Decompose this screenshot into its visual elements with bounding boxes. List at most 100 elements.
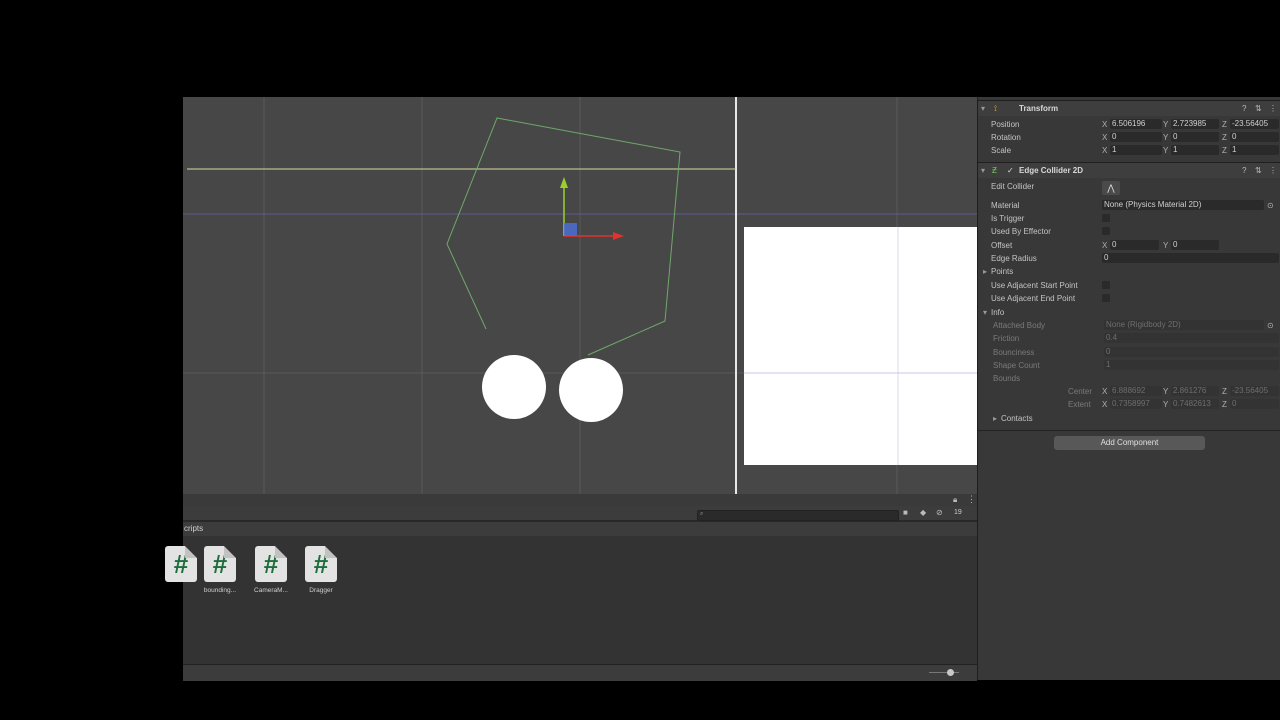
shape-count-label: Shape Count	[993, 361, 1040, 370]
filter-type-icon[interactable]: ■	[903, 508, 908, 517]
scale-y-field[interactable]: 1	[1171, 145, 1219, 155]
lock-icon[interactable]: 🔒︎	[953, 495, 957, 505]
rotation-row: Rotation X 0 Y 0 Z 0	[978, 131, 1280, 144]
edit-collider-row: Edit Collider ⋀	[978, 180, 1280, 197]
scale-label: Scale	[991, 146, 1012, 155]
axis-z-label: Z	[1222, 120, 1227, 129]
offset-x-field[interactable]: 0	[1110, 240, 1159, 250]
use-adjacent-start-checkbox[interactable]	[1102, 281, 1110, 289]
is-trigger-label: Is Trigger	[991, 214, 1025, 223]
extent-z-field: 0	[1230, 399, 1279, 409]
asset-item[interactable]: #	[161, 546, 201, 587]
contacts-row[interactable]: ▸ Contacts	[978, 412, 1280, 425]
asset-item[interactable]: # bounding...	[200, 546, 240, 594]
divider	[978, 430, 1280, 431]
scale-x-field[interactable]: 1	[1110, 145, 1162, 155]
points-label: Points	[991, 267, 1014, 276]
object-picker-icon: ⊙	[1267, 321, 1274, 330]
context-menu-icon[interactable]: ⋮	[1269, 104, 1277, 113]
breadcrumb-folder[interactable]: cripts	[184, 524, 203, 533]
rotation-y-field[interactable]: 0	[1171, 132, 1219, 142]
center-y-field: 2.861276	[1171, 386, 1219, 396]
axis-z-label: Z	[1222, 146, 1227, 155]
script-file-icon: #	[305, 546, 337, 582]
center-x-field: 6.888692	[1110, 386, 1162, 396]
script-file-icon: #	[165, 546, 197, 582]
scale-row: Scale X 1 Y 1 Z 1	[978, 144, 1280, 157]
bounds-row: Bounds	[978, 372, 1280, 385]
gizmo-x-arrow[interactable]	[613, 232, 624, 240]
extent-label: Extent	[1068, 400, 1091, 409]
gizmo-y-arrow[interactable]	[560, 177, 568, 188]
axis-x-label: X	[1102, 133, 1108, 142]
is-trigger-checkbox[interactable]	[1102, 214, 1110, 222]
position-z-field[interactable]: -23.56405	[1230, 119, 1279, 129]
foldout-arrow-icon[interactable]: ▸	[993, 414, 997, 423]
asset-item[interactable]: # Dragger	[301, 546, 341, 594]
transform-header[interactable]: ▾ ⟟ Transform ? ⇅ ⋮	[978, 100, 1280, 116]
used-by-effector-label: Used By Effector	[991, 227, 1051, 236]
axis-y-label: Y	[1163, 146, 1169, 155]
foldout-arrow-icon[interactable]: ▾	[981, 104, 985, 113]
add-component-button[interactable]: Add Component	[1054, 436, 1205, 450]
enabled-checkbox[interactable]: ✓	[1007, 166, 1014, 175]
preset-icon[interactable]: ⇅	[1255, 104, 1262, 113]
info-row[interactable]: ▾ Info	[978, 306, 1280, 319]
axis-x-label: X	[1102, 400, 1108, 409]
material-field[interactable]: None (Physics Material 2D)	[1102, 200, 1264, 210]
position-y-field[interactable]: 2.723985	[1171, 119, 1219, 129]
zoom-slider-track[interactable]	[929, 672, 959, 673]
edge-radius-field[interactable]: 0	[1102, 253, 1279, 263]
help-icon[interactable]: ?	[1242, 104, 1246, 113]
edge-radius-row: Edge Radius 0	[978, 252, 1280, 265]
edge-collider-polyline[interactable]	[446, 117, 681, 356]
foldout-arrow-icon[interactable]: ▾	[981, 166, 985, 175]
axis-x-label: X	[1102, 120, 1108, 129]
project-search-input[interactable]: ⌕	[697, 510, 899, 521]
zoom-slider-handle[interactable]	[947, 669, 954, 676]
wheel-right[interactable]	[559, 358, 623, 422]
transform-icon: ⟟	[994, 104, 997, 113]
rotation-z-field[interactable]: 0	[1230, 132, 1279, 142]
label-icon[interactable]: ◆	[920, 508, 926, 517]
is-trigger-row: Is Trigger	[978, 212, 1280, 225]
gizmo-xy-plane[interactable]	[564, 223, 577, 236]
friction-field: 0.4	[1104, 333, 1279, 343]
edit-collider-label: Edit Collider	[991, 182, 1035, 191]
axis-x-label: X	[1102, 146, 1108, 155]
asset-item[interactable]: # CameraM...	[251, 546, 291, 594]
bounciness-field: 0	[1104, 347, 1279, 357]
move-gizmo[interactable]	[560, 177, 624, 240]
help-icon[interactable]: ?	[1242, 166, 1246, 175]
game-view-preview	[744, 227, 977, 465]
position-label: Position	[991, 120, 1020, 129]
foldout-arrow-icon[interactable]: ▸	[983, 267, 987, 276]
context-menu-icon[interactable]: ⋮	[1269, 166, 1277, 175]
rotation-x-field[interactable]: 0	[1110, 132, 1162, 142]
bounciness-row: Bounciness 0	[978, 346, 1280, 359]
rotation-label: Rotation	[991, 133, 1021, 142]
position-x-field[interactable]: 6.506196	[1110, 119, 1162, 129]
project-footer	[183, 664, 977, 681]
use-adjacent-end-checkbox[interactable]	[1102, 294, 1110, 302]
points-row[interactable]: ▸ Points	[978, 265, 1280, 278]
object-picker-icon[interactable]: ⊙	[1267, 201, 1274, 210]
project-panel: 🔒︎ ⋮ ■ ◆ ⊘ 19 ⌕ cripts # # bounding... #…	[165, 494, 977, 681]
asset-grid: # # bounding... # CameraM... # Dragger	[165, 536, 977, 664]
preset-icon[interactable]: ⇅	[1255, 166, 1262, 175]
center-z-field: -23.56405	[1230, 386, 1279, 396]
used-by-effector-checkbox[interactable]	[1102, 227, 1110, 235]
edit-collider-button[interactable]: ⋀	[1102, 181, 1120, 195]
axis-z-label: Z	[1222, 387, 1227, 396]
edge-collider-header[interactable]: ▾ Ƶ ✓ Edge Collider 2D ? ⇅ ⋮	[978, 162, 1280, 178]
asset-name: bounding...	[203, 587, 237, 594]
center-row: Center X 6.888692 Y 2.861276 Z -23.56405	[978, 385, 1280, 398]
more-menu-icon[interactable]: ⋮	[967, 494, 976, 505]
material-label: Material	[991, 201, 1020, 210]
wheel-left[interactable]	[482, 355, 546, 419]
foldout-arrow-icon[interactable]: ▾	[983, 308, 987, 317]
scale-z-field[interactable]: 1	[1230, 145, 1279, 155]
offset-y-field[interactable]: 0	[1171, 240, 1219, 250]
hidden-packages-icon[interactable]: ⊘	[936, 508, 943, 517]
extent-x-field: 0.7358997	[1110, 399, 1162, 409]
